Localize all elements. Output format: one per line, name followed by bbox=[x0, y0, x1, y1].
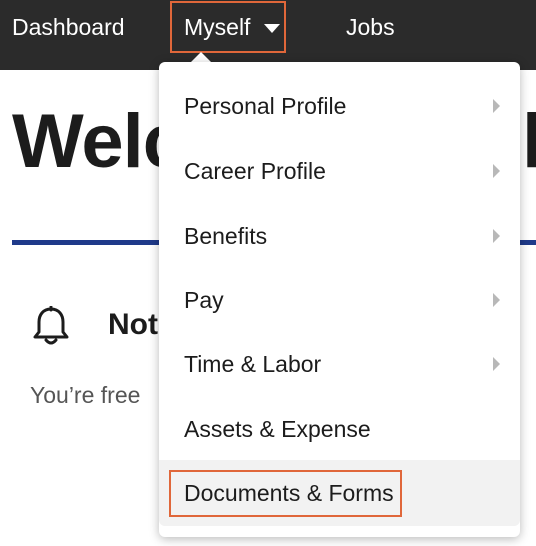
menu-item-label: Documents & Forms bbox=[169, 469, 402, 517]
myself-dropdown-menu: Personal Profile Career Profile Benefits… bbox=[159, 62, 520, 537]
page: Dashboard Myself Jobs Welc l Not You’re … bbox=[0, 0, 536, 546]
menu-item-documents-forms[interactable]: Documents & Forms bbox=[159, 460, 520, 526]
menu-item-label: Pay bbox=[184, 286, 224, 313]
menu-item-label: Benefits bbox=[184, 222, 268, 249]
notifications-heading: Not bbox=[108, 308, 158, 341]
nav-dashboard[interactable]: Dashboard bbox=[12, 0, 125, 54]
nav-jobs[interactable]: Jobs bbox=[346, 0, 395, 54]
chevron-right-icon bbox=[493, 229, 500, 243]
chevron-right-icon bbox=[493, 293, 500, 307]
nav-jobs-label: Jobs bbox=[346, 13, 395, 40]
menu-item-career-profile[interactable]: Career Profile bbox=[159, 139, 520, 203]
menu-item-assets-expense[interactable]: Assets & Expense bbox=[159, 397, 520, 461]
menu-item-benefits[interactable]: Benefits bbox=[159, 204, 520, 268]
bell-icon bbox=[33, 306, 69, 345]
notifications-text: You’re free bbox=[30, 382, 141, 408]
menu-item-label: Time & Labor bbox=[184, 350, 322, 377]
menu-item-label: Personal Profile bbox=[184, 92, 347, 119]
nav-dashboard-label: Dashboard bbox=[12, 13, 125, 40]
menu-item-time-labor[interactable]: Time & Labor bbox=[159, 332, 520, 396]
menu-item-label: Career Profile bbox=[184, 157, 326, 184]
chevron-right-icon bbox=[493, 164, 500, 178]
top-nav-bar: Dashboard Myself Jobs bbox=[0, 0, 536, 70]
page-title-tail: l bbox=[522, 99, 536, 184]
caret-down-icon bbox=[264, 23, 281, 33]
nav-myself[interactable]: Myself bbox=[170, 1, 286, 53]
menu-item-pay[interactable]: Pay bbox=[159, 268, 520, 332]
chevron-right-icon bbox=[493, 99, 500, 113]
chevron-right-icon bbox=[493, 357, 500, 371]
menu-item-personal-profile[interactable]: Personal Profile bbox=[159, 74, 520, 138]
nav-myself-label: Myself bbox=[184, 13, 251, 40]
menu-item-label: Assets & Expense bbox=[184, 415, 371, 442]
